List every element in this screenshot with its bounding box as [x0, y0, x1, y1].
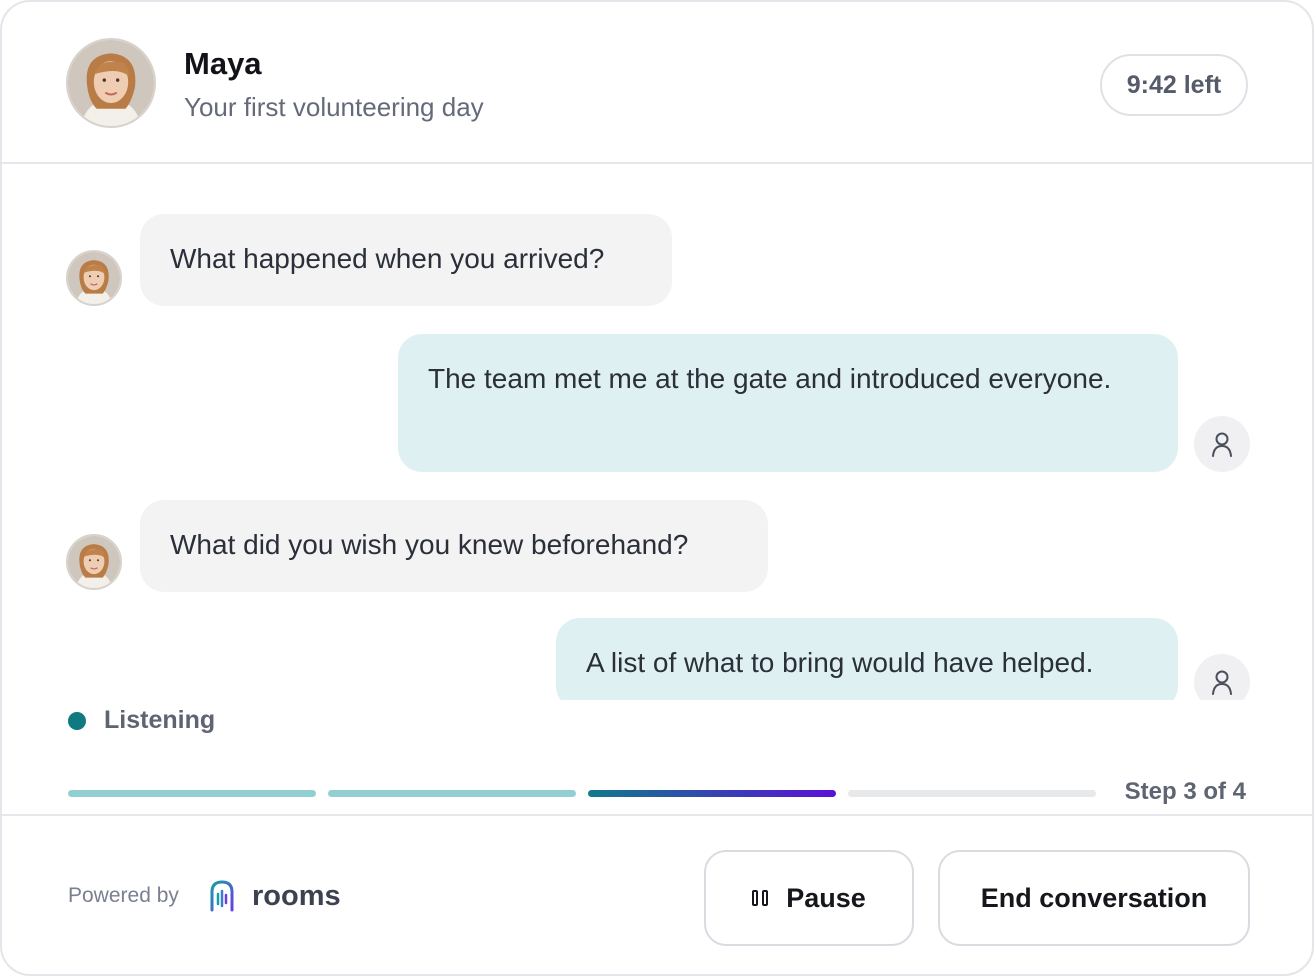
pause-label: Pause [786, 882, 866, 913]
maya-avatar-icon [68, 40, 154, 126]
user-avatar [1194, 654, 1250, 700]
conversation-topic: Your first volunteering day [184, 92, 484, 122]
step-indicator: Step 3 of 4 [1124, 778, 1246, 805]
status-dot-icon [68, 711, 86, 730]
end-conversation-label: End conversation [980, 882, 1208, 913]
user-icon [1212, 432, 1232, 457]
brand-name: rooms [252, 880, 341, 912]
progress-segment-3 [588, 790, 836, 797]
progress-segment-1 [68, 790, 316, 797]
pause-button[interactable]: Pause [704, 850, 914, 946]
time-remaining-badge: 9:42 left [1100, 54, 1248, 116]
maya-avatar-small [66, 534, 122, 590]
footer: Powered by rooms Pause End conversation [2, 814, 1312, 974]
pause-icon [752, 890, 769, 906]
end-conversation-button[interactable]: End conversation [938, 850, 1250, 946]
powered-by-label: Powered by [68, 884, 179, 907]
maya-avatar-icon [68, 536, 120, 588]
user-message: The team met me at the gate and introduc… [398, 334, 1178, 472]
conversation-card: Maya Your first volunteering day 9:42 le… [0, 0, 1314, 976]
progress-segment-2 [328, 790, 576, 797]
step-progress-bar [68, 790, 1096, 797]
progress-segment-4 [848, 790, 1096, 797]
header: Maya Your first volunteering day 9:42 le… [2, 2, 1312, 164]
agent-name: Maya [184, 46, 262, 81]
listening-status: Listening [68, 706, 215, 735]
maya-avatar-small [66, 250, 122, 306]
rooms-logo-icon [210, 880, 234, 912]
status-label: Listening [104, 706, 216, 734]
agent-message: What did you wish you knew beforehand? [140, 500, 768, 592]
user-avatar [1194, 416, 1250, 472]
maya-avatar [66, 38, 156, 128]
maya-avatar-icon [68, 252, 120, 304]
user-message: A list of what to bring would have helpe… [556, 618, 1178, 700]
message-list: What happened when you arrived? The team… [2, 166, 1312, 700]
agent-message: What happened when you arrived? [140, 214, 672, 306]
user-icon [1212, 670, 1232, 695]
